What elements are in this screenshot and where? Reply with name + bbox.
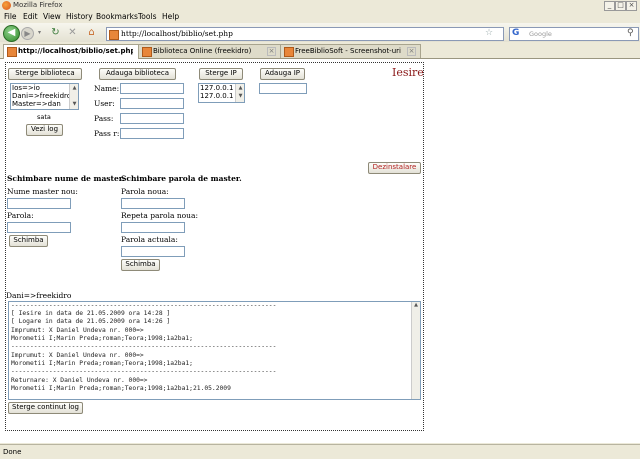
- new-password-label: Parola noua:: [121, 187, 169, 196]
- menu-bar: File Edit View History Bookmarks Tools H…: [0, 11, 640, 23]
- current-password-field[interactable]: [121, 246, 185, 257]
- minimize-icon[interactable]: _: [604, 1, 615, 11]
- log-separator: ----------------------------------------…: [11, 343, 277, 350]
- pass-repeat-label: Pass r:: [94, 129, 120, 138]
- log-separator: ----------------------------------------…: [11, 302, 277, 309]
- window-title: Mozilla Firefox: [13, 1, 63, 9]
- repeat-password-field[interactable]: [121, 222, 185, 233]
- change-master-password-heading: Schimbare parola de master.: [121, 174, 242, 183]
- user-field[interactable]: [120, 98, 184, 109]
- firefox-logo-icon: [2, 1, 11, 10]
- listbox-scrollbar[interactable]: ▲ ▼: [235, 84, 244, 102]
- tab-bar: http://localhost/biblio/set.php Bibliote…: [0, 42, 640, 59]
- delete-library-button[interactable]: Sterge biblioteca: [8, 68, 82, 80]
- new-master-name-field[interactable]: [7, 198, 71, 209]
- maximize-icon[interactable]: □: [615, 1, 626, 11]
- menu-view[interactable]: View: [43, 12, 61, 21]
- pass-repeat-field[interactable]: [120, 128, 184, 139]
- menu-edit[interactable]: Edit: [23, 12, 38, 21]
- tab-favicon-icon: [284, 47, 294, 57]
- log-textarea[interactable]: ----------------------------------------…: [8, 301, 421, 400]
- log-separator: ----------------------------------------…: [11, 368, 277, 375]
- admin-panel: Sterge biblioteca Adauga biblioteca Ster…: [5, 62, 424, 431]
- close-tab-icon[interactable]: ×: [267, 47, 276, 56]
- back-arrow-icon[interactable]: ◀: [3, 25, 20, 42]
- menu-history[interactable]: History: [66, 12, 93, 21]
- google-engine-icon[interactable]: G: [512, 28, 519, 38]
- name-field[interactable]: [120, 83, 184, 94]
- list-item[interactable]: Ios=>io: [11, 84, 78, 92]
- log-line: Morometii I;Marin Preda;roman;Teora;1998…: [11, 385, 231, 392]
- change-name-button[interactable]: Schimba: [9, 235, 48, 247]
- log-line: [ Logare in data de 21.05.2009 ora 14:26…: [11, 318, 171, 325]
- password-field[interactable]: [7, 222, 71, 233]
- exit-link[interactable]: Iesire: [392, 66, 424, 79]
- tab-set-php[interactable]: http://localhost/biblio/set.php: [3, 44, 139, 59]
- menu-bookmarks[interactable]: Bookmarks: [96, 12, 138, 21]
- log-line: Morometii I;Marin Preda;roman;Teora;1998…: [11, 335, 193, 342]
- search-input[interactable]: G Google ⚲: [509, 27, 639, 41]
- menu-file[interactable]: File: [4, 12, 17, 21]
- password-label: Parola:: [7, 211, 34, 220]
- new-password-field[interactable]: [121, 198, 185, 209]
- search-icon[interactable]: ⚲: [627, 28, 634, 38]
- delete-ip-button[interactable]: Sterge IP: [199, 68, 243, 80]
- log-line: Returnare: X Daniel Undeva nr. 000=>: [11, 377, 148, 384]
- change-password-button[interactable]: Schimba: [121, 259, 160, 271]
- log-line: [ Iesire in data de 21.05.2009 ora 14:28…: [11, 310, 171, 317]
- tab-biblioteca-online[interactable]: Biblioteca Online (freekidro) ×: [138, 44, 281, 58]
- tab-label: http://localhost/biblio/set.php: [18, 47, 133, 55]
- ip-listbox[interactable]: 127.0.0.1 127.0.0.1 ▲ ▼: [198, 83, 245, 103]
- users-listbox[interactable]: Ios=>io Dani=>freekidro Master=>dan ▲ ▼: [10, 83, 79, 110]
- tab-favicon-icon: [7, 47, 17, 57]
- list-item[interactable]: Master=>dan: [11, 100, 78, 108]
- search-placeholder: Google: [529, 30, 552, 38]
- reload-icon[interactable]: ↻: [50, 27, 61, 38]
- home-icon[interactable]: ⌂: [86, 27, 97, 38]
- navigation-toolbar: ◀ ▶ ▾ ↻ ✕ ⌂ http://localhost/biblio/set.…: [0, 23, 640, 43]
- current-user-label: Dani=>freekidro: [6, 291, 72, 300]
- page-favicon-icon: [109, 30, 119, 40]
- log-line: Imprumut: X Daniel Undeva nr. 000=>: [11, 327, 144, 334]
- add-library-button[interactable]: Adauga biblioteca: [99, 68, 176, 80]
- menu-tools[interactable]: Tools: [138, 12, 156, 21]
- tab-label: Biblioteca Online (freekidro): [153, 47, 252, 55]
- menu-help[interactable]: Help: [162, 12, 179, 21]
- status-text: Done: [3, 448, 22, 456]
- url-bar[interactable]: http://localhost/biblio/set.php ☆: [106, 27, 504, 41]
- stop-icon[interactable]: ✕: [67, 27, 78, 38]
- history-dropdown-icon[interactable]: ▾: [34, 27, 45, 38]
- current-password-label: Parola actuala:: [121, 235, 178, 244]
- log-line: Imprumut: X Daniel Undeva nr. 000=>: [11, 352, 144, 359]
- close-tab-icon[interactable]: ×: [407, 47, 416, 56]
- new-master-name-label: Nume master nou:: [7, 187, 78, 196]
- tab-label: FreeBiblioSoft - Screenshot-uri: [295, 47, 401, 55]
- change-master-name-heading: Schimbare nume de master.: [7, 174, 125, 183]
- url-text: http://localhost/biblio/set.php: [121, 29, 233, 38]
- name-label: Name:: [94, 84, 120, 93]
- log-line: Morometii I;Marin Preda;roman;Teora;1998…: [11, 360, 193, 367]
- ip-field[interactable]: [259, 83, 307, 94]
- pass-field[interactable]: [120, 113, 184, 124]
- bookmark-star-icon[interactable]: ☆: [485, 28, 493, 38]
- close-window-icon[interactable]: ×: [626, 1, 637, 11]
- view-log-button[interactable]: Vezi log: [26, 124, 63, 136]
- selected-user-label: sata: [37, 113, 51, 121]
- forward-arrow-icon[interactable]: ▶: [21, 27, 34, 40]
- list-item[interactable]: Dani=>freekidro: [11, 92, 78, 100]
- page-content: Sterge biblioteca Adauga biblioteca Ster…: [0, 59, 640, 443]
- status-bar: Done: [0, 444, 640, 459]
- clear-log-button[interactable]: Sterge continut log: [8, 402, 83, 414]
- uninstall-button[interactable]: Dezinstalare: [368, 162, 421, 174]
- listbox-scrollbar[interactable]: ▲ ▼: [69, 84, 78, 109]
- repeat-password-label: Repeta parola noua:: [121, 211, 198, 220]
- tab-favicon-icon: [142, 47, 152, 57]
- user-label: User:: [94, 99, 115, 108]
- log-scrollbar[interactable]: ▲: [411, 302, 420, 399]
- add-ip-button[interactable]: Adauga IP: [260, 68, 305, 80]
- pass-label: Pass:: [94, 114, 114, 123]
- tab-freebibliosoft[interactable]: FreeBiblioSoft - Screenshot-uri ×: [280, 44, 421, 58]
- window-titlebar: Mozilla Firefox _ □ ×: [0, 0, 640, 11]
